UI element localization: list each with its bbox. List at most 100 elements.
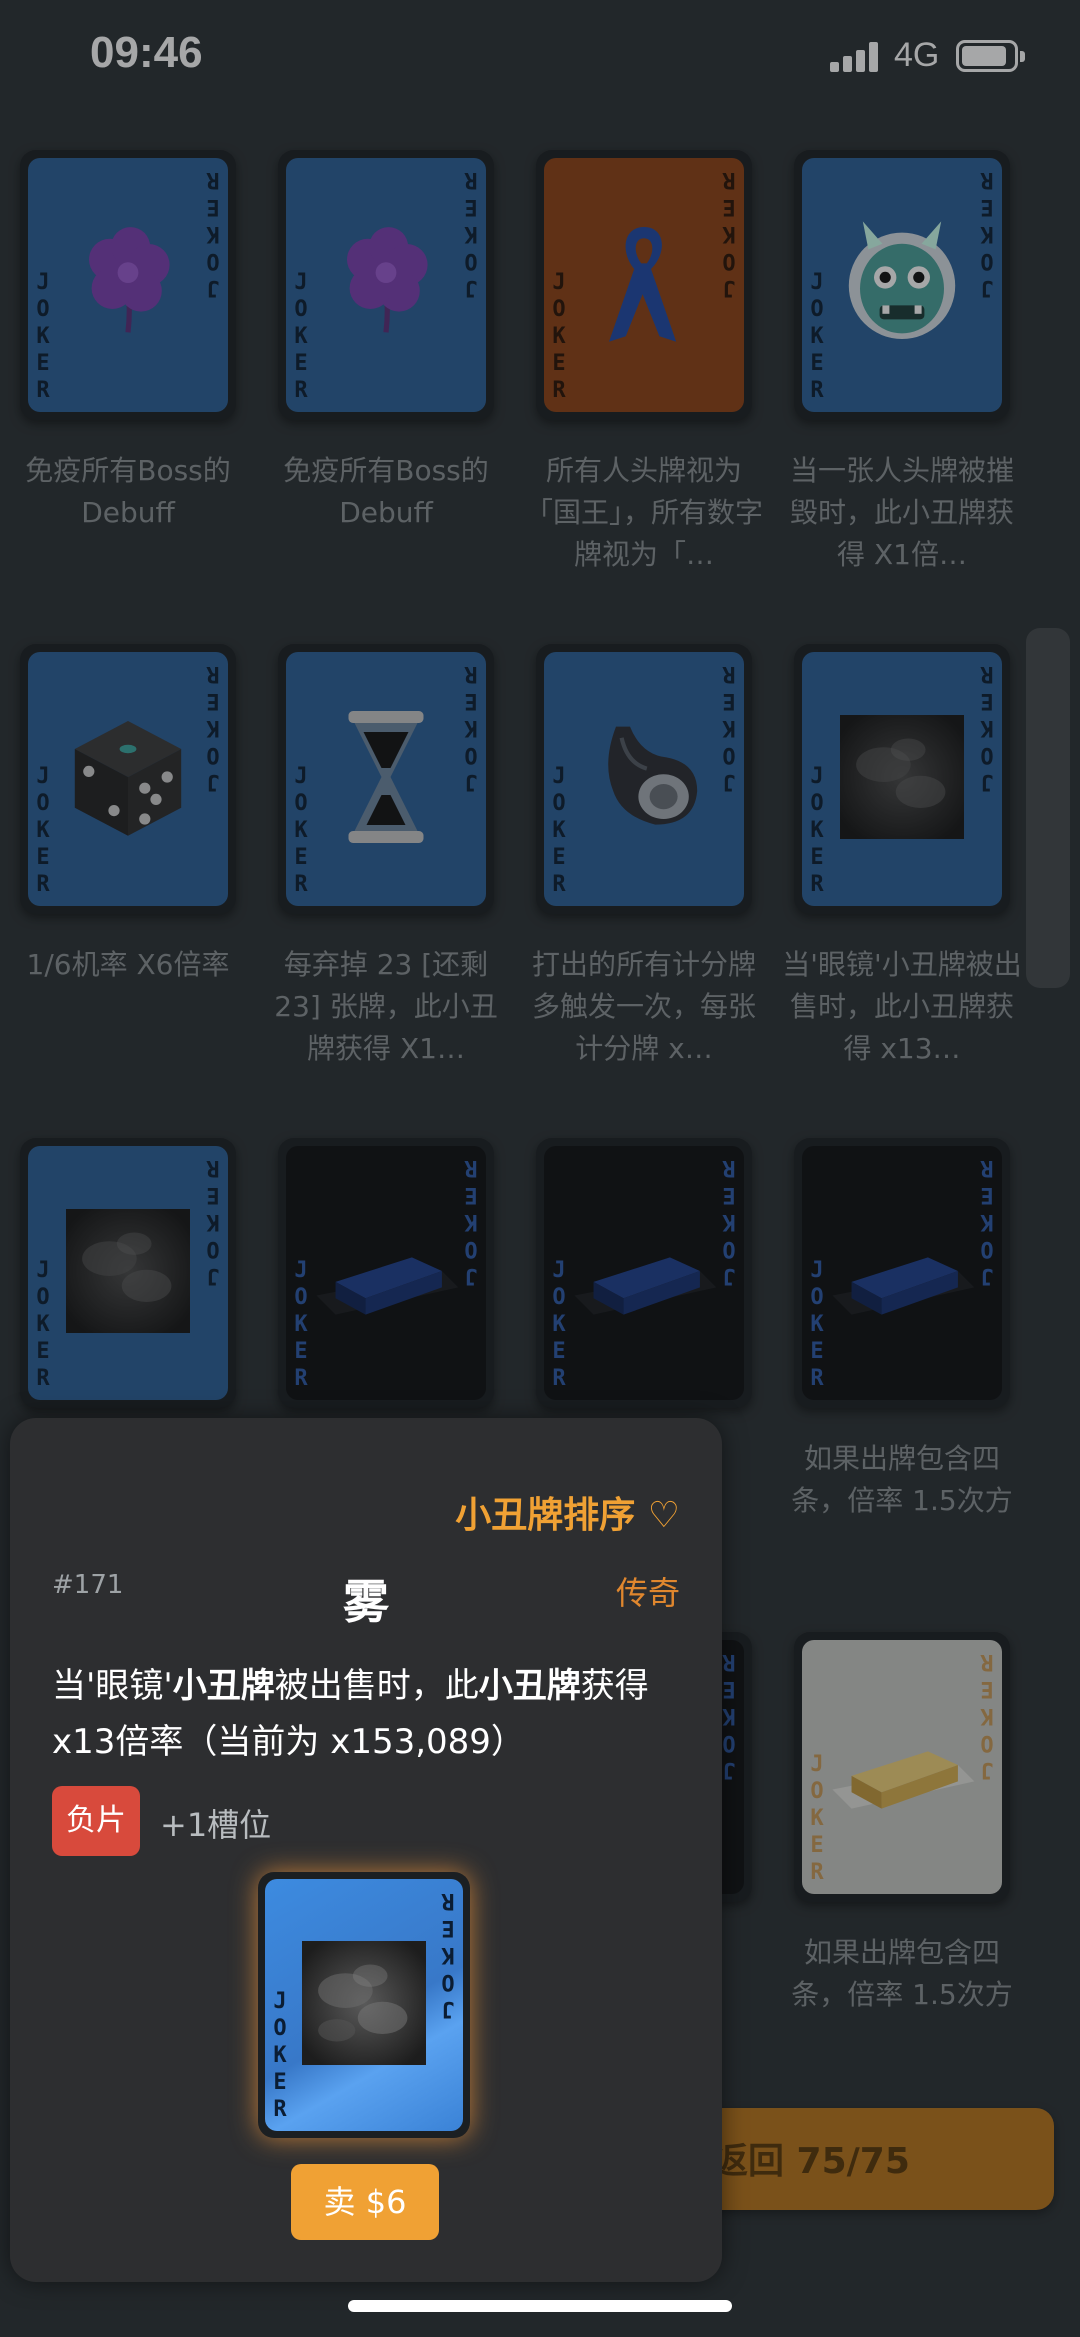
fog-icon bbox=[66, 1209, 190, 1337]
joker-description: 当'眼镜'小丑牌被出售时，此小丑牌获得 x13… bbox=[782, 948, 1022, 1065]
joker-card[interactable]: JOKER JOKER bbox=[794, 150, 1010, 420]
joker-slot[interactable]: J O K E R J O K E R 打出的所有计分牌多触发一次，每张计分牌 x… bbox=[524, 634, 764, 1094]
joker-card[interactable]: JOKER JOKER bbox=[278, 644, 494, 914]
battery-icon bbox=[956, 40, 1025, 72]
home-indicator[interactable] bbox=[348, 2300, 732, 2312]
card-face: JOKER JOKER bbox=[28, 652, 228, 906]
joker-letters-left: JOKER bbox=[552, 764, 566, 897]
card-face: JOKER JOKER bbox=[544, 1146, 744, 1400]
card-face: JOKER JOKER bbox=[286, 158, 486, 412]
desc-part: 被出售时，此 bbox=[274, 1666, 479, 1706]
joker-letters-right: JOKER bbox=[980, 1155, 994, 1288]
joker-card[interactable]: JOKER JOKER bbox=[794, 1632, 1010, 1902]
joker-letters-right: JOKER bbox=[980, 661, 994, 794]
fog-icon bbox=[840, 715, 964, 843]
joker-description: 如果出牌包含四条，倍率 1.5次方 bbox=[791, 1936, 1013, 2011]
card-face: JOKER JOKER bbox=[544, 158, 744, 412]
selected-joker-card[interactable]: JOKER JOKER bbox=[258, 1872, 470, 2138]
joker-slot[interactable]: J O K E R J O K E R 如果出牌包含四条，倍率 1.5次方 bbox=[782, 1128, 1022, 1588]
shell-icon bbox=[574, 707, 714, 851]
joker-letters-right: JOKER bbox=[206, 167, 220, 300]
joker-card[interactable]: JOKER JOKER bbox=[536, 1138, 752, 1408]
joker-letters-left: JOKER bbox=[294, 270, 308, 403]
card-face: JOKER JOKER bbox=[544, 652, 744, 906]
joker-card[interactable]: JOKER JOKER bbox=[20, 644, 236, 914]
joker-slot[interactable]: J O K E R J O K E R 免疫所有Boss的Debuff bbox=[266, 140, 506, 600]
joker-description: 1/6机率 X6倍率 bbox=[26, 948, 230, 981]
card-face: JOKER JOKER bbox=[802, 1146, 1002, 1400]
joker-card[interactable]: JOKER JOKER bbox=[20, 1138, 236, 1408]
butter-icon bbox=[827, 1710, 977, 1824]
desc-keyword: 小丑牌 bbox=[172, 1666, 275, 1706]
joker-letters-right: JOKER bbox=[722, 1155, 736, 1288]
joker-slot[interactable]: J O K E R J O K E R 当一张人头牌被摧毁时，此小丑牌获得 X1倍… bbox=[782, 140, 1022, 600]
clock: 09:46 bbox=[90, 28, 203, 77]
butter-icon bbox=[569, 1216, 719, 1330]
joker-slot[interactable]: J O K E R J O K E R 如果出牌包含四条，倍率 1.5次方 bbox=[782, 1622, 1022, 2082]
joker-slot[interactable]: J O K E R J O K E R 当'眼镜'小丑牌被出售时，此小丑牌获得 x13… bbox=[782, 634, 1022, 1094]
card-face: JOKER JOKER bbox=[28, 158, 228, 412]
joker-slot[interactable]: J O K E R J O K E R 1/6机率 X6倍率 bbox=[8, 634, 248, 1094]
signal-icon bbox=[830, 42, 878, 72]
joker-slot[interactable]: J O K E R J O K E R 免疫所有Boss的Debuff bbox=[8, 140, 248, 600]
hourglass-icon bbox=[331, 702, 441, 856]
card-face: JOKER JOKER bbox=[286, 1146, 486, 1400]
joker-letters-left: JOKER bbox=[36, 764, 50, 897]
joker-card[interactable]: JOKER JOKER bbox=[536, 150, 752, 420]
joker-letters-left: JOKER bbox=[552, 1258, 566, 1391]
joker-letters-right: JOKER bbox=[441, 1888, 455, 2021]
joker-letters-left: JOKER bbox=[36, 1258, 50, 1391]
desc-part: 当'眼镜' bbox=[52, 1666, 173, 1706]
joker-letters-right: JOKER bbox=[206, 661, 220, 794]
joker-description: 免疫所有Boss的Debuff bbox=[25, 454, 231, 529]
joker-slot[interactable]: J O K E R J O K E R 所有人头牌视为「国王」，所有数字牌视为「… bbox=[524, 140, 764, 600]
joker-description: 当'眼镜'小丑牌被出售时，此小丑牌获得 x13倍率（当前为 x153,089） bbox=[52, 1658, 692, 1770]
joker-card[interactable]: JOKER JOKER bbox=[794, 644, 1010, 914]
joker-description: 所有人头牌视为「国王」，所有数字牌视为「… bbox=[524, 454, 763, 571]
rarity-label: 传奇 bbox=[615, 1574, 680, 1612]
joker-letters-left: JOKER bbox=[36, 270, 50, 403]
scrollbar-thumb[interactable] bbox=[1026, 628, 1070, 988]
screen: 09:46 4G J O K E R J O K E R 免疫所有Boss的Debuff J O K E R J… bbox=[0, 0, 1080, 2337]
dice-icon bbox=[58, 707, 198, 851]
card-face: JOKER JOKER bbox=[802, 652, 1002, 906]
ribbon-icon bbox=[594, 213, 694, 357]
card-face: JOKER JOKER bbox=[802, 1640, 1002, 1894]
joker-letters-right: JOKER bbox=[464, 661, 478, 794]
joker-letters-left: JOKER bbox=[294, 764, 308, 897]
joker-description: 当一张人头牌被摧毁时，此小丑牌获得 X1倍… bbox=[789, 454, 1014, 571]
joker-letters-right: JOKER bbox=[722, 167, 736, 300]
joker-card[interactable]: JOKER JOKER bbox=[278, 150, 494, 420]
joker-letters-left: JOKER bbox=[294, 1258, 308, 1391]
joker-detail-popup: 小丑牌排序 ♡ #171 雾 传奇 当'眼镜'小丑牌被出售时，此小丑牌获得 x1… bbox=[10, 1418, 722, 2282]
joker-letters-right: JOKER bbox=[464, 1155, 478, 1288]
joker-letters-left: JOKER bbox=[552, 270, 566, 403]
sort-jokers-button[interactable]: 小丑牌排序 ♡ bbox=[455, 1486, 680, 1538]
joker-card[interactable]: JOKER JOKER bbox=[536, 644, 752, 914]
joker-description: 免疫所有Boss的Debuff bbox=[283, 454, 489, 529]
joker-letters-left: JOKER bbox=[810, 1258, 824, 1391]
card-face: JOKER JOKER bbox=[28, 1146, 228, 1400]
sell-button[interactable]: 卖 $6 bbox=[291, 2164, 439, 2240]
joker-letters-right: JOKER bbox=[464, 167, 478, 300]
joker-slot[interactable]: J O K E R J O K E R 每弃掉 23 [还剩 23] 张牌，此小丑牌获得 X1… bbox=[266, 634, 506, 1094]
joker-letters-left: JOKER bbox=[810, 1752, 824, 1885]
joker-letters-right: JOKER bbox=[980, 167, 994, 300]
fog-icon bbox=[302, 1941, 426, 2069]
joker-letters-left: JOKER bbox=[273, 1989, 287, 2122]
joker-card[interactable]: JOKER JOKER bbox=[278, 1138, 494, 1408]
joker-letters-left: JOKER bbox=[810, 764, 824, 897]
status-bar: 09:46 4G bbox=[0, 0, 1080, 120]
joker-card[interactable]: JOKER JOKER bbox=[20, 150, 236, 420]
joker-letters-right: JOKER bbox=[980, 1649, 994, 1782]
joker-card[interactable]: JOKER JOKER bbox=[794, 1138, 1010, 1408]
network-type: 4G bbox=[894, 36, 940, 74]
desc-keyword: 小丑牌 bbox=[478, 1666, 581, 1706]
return-button[interactable]: 返回 75/75 bbox=[690, 2108, 1054, 2210]
clover-icon bbox=[63, 218, 193, 352]
return-button-label: 返回 75/75 bbox=[712, 2141, 910, 2182]
joker-letters-left: JOKER bbox=[810, 270, 824, 403]
butter-icon bbox=[827, 1216, 977, 1330]
clover-icon bbox=[321, 218, 451, 352]
joker-description: 打出的所有计分牌多触发一次，每张计分牌 x… bbox=[531, 948, 756, 1065]
